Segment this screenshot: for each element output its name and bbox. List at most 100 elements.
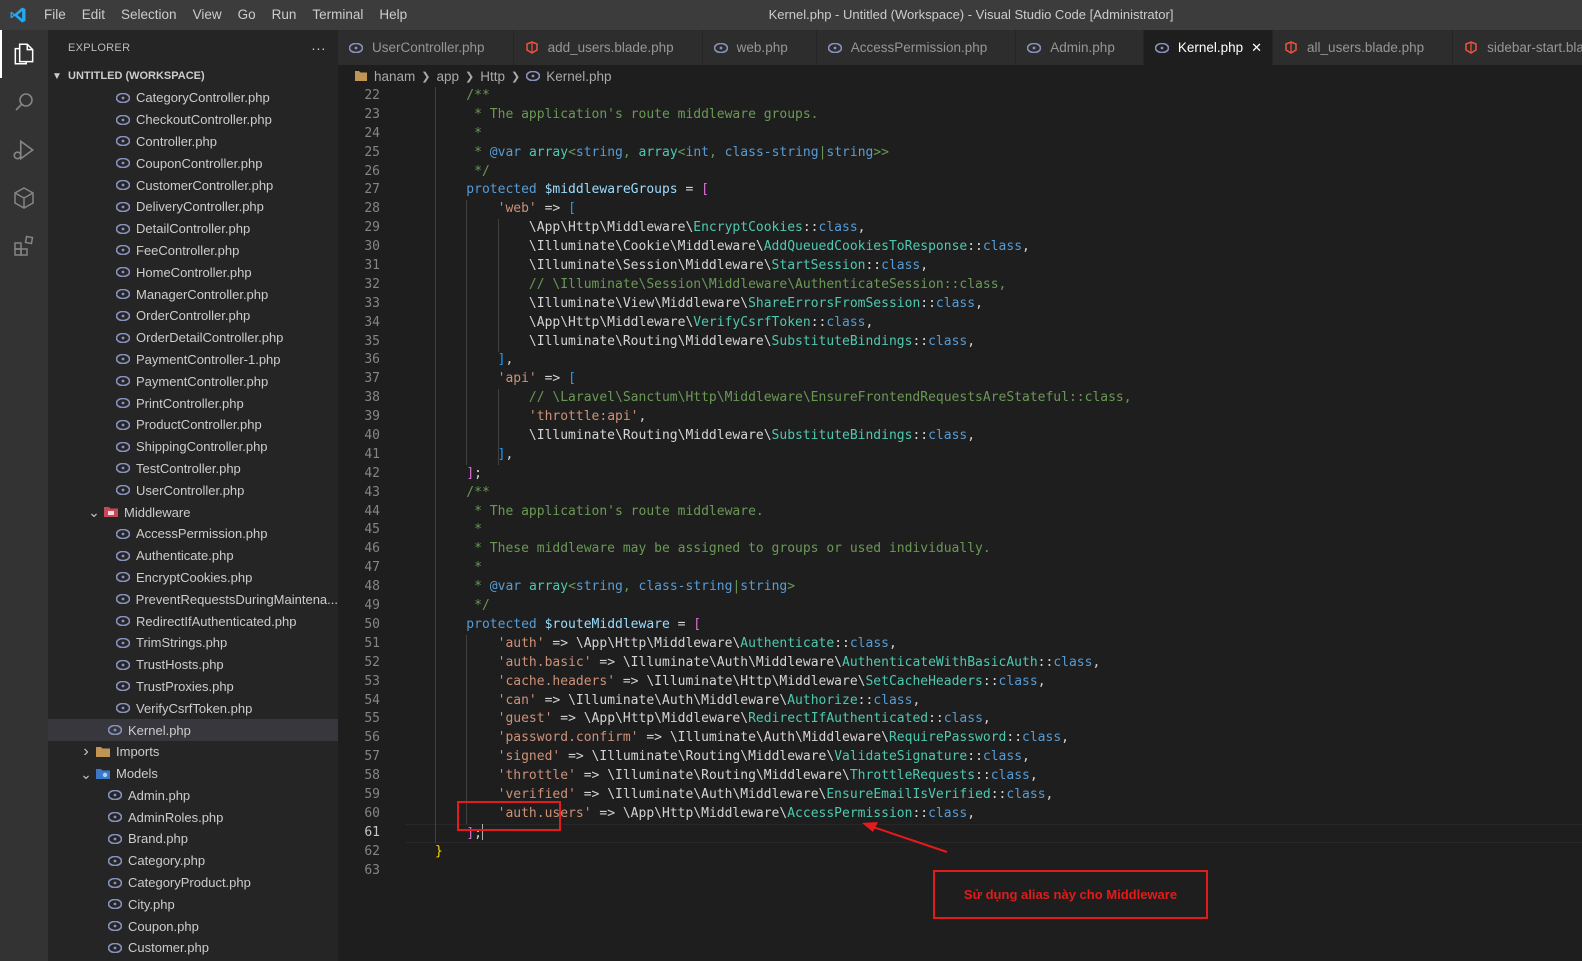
folder-middleware[interactable]: ⌄ Middleware [48, 501, 338, 523]
breadcrumb-item[interactable]: hanam [374, 69, 415, 84]
file-item[interactable]: TrimStrings.php [48, 632, 338, 654]
file-item[interactable]: DeliveryController.php [48, 196, 338, 218]
breadcrumb-item[interactable]: Kernel.php [546, 69, 611, 84]
file-item[interactable]: PaymentController-1.php [48, 349, 338, 371]
menu-item-terminal[interactable]: Terminal [304, 0, 371, 30]
code-line[interactable]: 'auth' => \App\Http\Middleware\Authentic… [435, 635, 1582, 654]
file-item[interactable]: Category.php [48, 850, 338, 872]
code-line[interactable]: /** [435, 484, 1582, 503]
file-item[interactable]: TrustHosts.php [48, 654, 338, 676]
tab-all-users-blade-php[interactable]: all_users.blade.php [1273, 30, 1454, 65]
code-line[interactable]: \App\Http\Middleware\EncryptCookies::cla… [435, 219, 1582, 238]
code-line[interactable]: * [435, 521, 1582, 540]
file-item[interactable]: FeeController.php [48, 240, 338, 262]
file-item[interactable]: UserController.php [48, 479, 338, 501]
code-line[interactable]: ], [435, 446, 1582, 465]
code-line[interactable]: 'signed' => \Illuminate\Routing\Middlewa… [435, 748, 1582, 767]
menu-item-selection[interactable]: Selection [113, 0, 185, 30]
code-line[interactable]: \Illuminate\View\Middleware\ShareErrorsF… [435, 295, 1582, 314]
workspace-header[interactable]: ▼ UNTITLED (WORKSPACE) [48, 65, 338, 87]
tab-kernel-php[interactable]: Kernel.php ✕ [1143, 30, 1274, 65]
file-item[interactable]: RedirectIfAuthenticated.php [48, 610, 338, 632]
menu-item-go[interactable]: Go [230, 0, 264, 30]
menu-item-file[interactable]: File [36, 0, 74, 30]
code-line[interactable]: /** [435, 87, 1582, 106]
code-line[interactable]: * @var array<string, class-string|string… [435, 578, 1582, 597]
code-line[interactable]: \Illuminate\Routing\Middleware\Substitut… [435, 333, 1582, 352]
file-item[interactable]: AccessPermission.php [48, 523, 338, 545]
code-line[interactable]: 'cache.headers' => \Illuminate\Http\Midd… [435, 673, 1582, 692]
code-line[interactable]: \App\Http\Middleware\VerifyCsrfToken::cl… [435, 314, 1582, 333]
menu-item-run[interactable]: Run [264, 0, 305, 30]
menu-item-view[interactable]: View [185, 0, 230, 30]
code-line[interactable]: * The application's route middleware gro… [435, 106, 1582, 125]
file-item[interactable]: ShippingController.php [48, 436, 338, 458]
file-item[interactable]: CustomerController.php [48, 174, 338, 196]
file-item[interactable]: ManagerController.php [48, 283, 338, 305]
file-item-kernel[interactable]: Kernel.php [48, 719, 338, 741]
menu-item-help[interactable]: Help [371, 0, 415, 30]
file-item[interactable]: Authenticate.php [48, 545, 338, 567]
code-line[interactable]: ]; [435, 465, 1582, 484]
file-item[interactable]: OrderDetailController.php [48, 327, 338, 349]
code-line[interactable]: 'api' => [ [435, 370, 1582, 389]
code-line[interactable]: */ [435, 163, 1582, 182]
file-item[interactable]: ProductController.php [48, 414, 338, 436]
file-item[interactable]: CategoryController.php [48, 87, 338, 109]
code-line[interactable]: * [435, 559, 1582, 578]
file-item[interactable]: Brand.php [48, 828, 338, 850]
breadcrumb-item[interactable]: Http [480, 69, 505, 84]
extensions-icon[interactable] [0, 222, 48, 270]
code-line[interactable]: // \Illuminate\Session\Middleware\Authen… [435, 276, 1582, 295]
file-item[interactable]: EncryptCookies.php [48, 567, 338, 589]
file-item[interactable]: TrustProxies.php [48, 676, 338, 698]
file-item[interactable]: CategoryProduct.php [48, 872, 338, 894]
more-actions-icon[interactable]: ··· [311, 40, 326, 56]
file-item[interactable]: TestController.php [48, 458, 338, 480]
code-line[interactable]: protected $routeMiddleware = [ [435, 616, 1582, 635]
file-item[interactable]: DetailController.php [48, 218, 338, 240]
code-line[interactable]: 'throttle' => \Illuminate\Routing\Middle… [435, 767, 1582, 786]
code-line[interactable]: } [435, 843, 1582, 862]
code-line[interactable]: // \Laravel\Sanctum\Http\Middleware\Ensu… [435, 389, 1582, 408]
file-item[interactable]: VerifyCsrfToken.php [48, 697, 338, 719]
file-item[interactable]: PrintController.php [48, 392, 338, 414]
search-icon[interactable] [0, 78, 48, 126]
code-line[interactable]: \Illuminate\Routing\Middleware\Substitut… [435, 427, 1582, 446]
code-content[interactable]: /** * The application's route middleware… [435, 87, 1582, 880]
code-line[interactable]: * [435, 125, 1582, 144]
code-line[interactable]: 'web' => [ [435, 200, 1582, 219]
file-item[interactable]: OrderController.php [48, 305, 338, 327]
code-line[interactable]: 'guest' => \App\Http\Middleware\Redirect… [435, 710, 1582, 729]
vscode-logo-icon[interactable] [0, 0, 36, 30]
tab-add-users-blade-php[interactable]: add_users.blade.php [513, 30, 703, 65]
remote-icon[interactable] [0, 174, 48, 222]
tab-sidebar-start-blade-php[interactable]: sidebar-start.blade.php [1453, 30, 1582, 65]
code-line[interactable]: * These middleware may be assigned to gr… [435, 540, 1582, 559]
file-item[interactable]: Admin.php [48, 785, 338, 807]
file-item[interactable]: City.php [48, 893, 338, 915]
folder-imports[interactable]: › Imports [48, 741, 338, 763]
file-item[interactable]: HomeController.php [48, 261, 338, 283]
code-line[interactable]: protected $middlewareGroups = [ [435, 181, 1582, 200]
code-line[interactable]: 'verified' => \Illuminate\Auth\Middlewar… [435, 786, 1582, 805]
folder-models[interactable]: ⌄ Models [48, 763, 338, 785]
code-line[interactable]: * The application's route middleware. [435, 503, 1582, 522]
code-line[interactable]: \Illuminate\Session\Middleware\StartSess… [435, 257, 1582, 276]
file-item[interactable]: Coupon.php [48, 915, 338, 937]
code-line[interactable]: ], [435, 351, 1582, 370]
code-line[interactable]: */ [435, 597, 1582, 616]
file-item[interactable]: Customer.php [48, 937, 338, 959]
menu-item-edit[interactable]: Edit [74, 0, 113, 30]
run-debug-icon[interactable] [0, 126, 48, 174]
tab-accesspermission-php[interactable]: AccessPermission.php [816, 30, 1017, 65]
breadcrumb-item[interactable]: app [437, 69, 460, 84]
file-item[interactable]: PreventRequestsDuringMaintena... [48, 588, 338, 610]
file-item[interactable]: PaymentController.php [48, 370, 338, 392]
tab-usercontroller-php[interactable]: UserController.php [338, 30, 514, 65]
file-item[interactable]: CheckoutController.php [48, 109, 338, 131]
code-line[interactable]: 'can' => \Illuminate\Auth\Middleware\Aut… [435, 692, 1582, 711]
code-line[interactable]: 'throttle:api', [435, 408, 1582, 427]
file-item[interactable]: Controller.php [48, 131, 338, 153]
code-line[interactable]: ]; [435, 823, 1582, 843]
